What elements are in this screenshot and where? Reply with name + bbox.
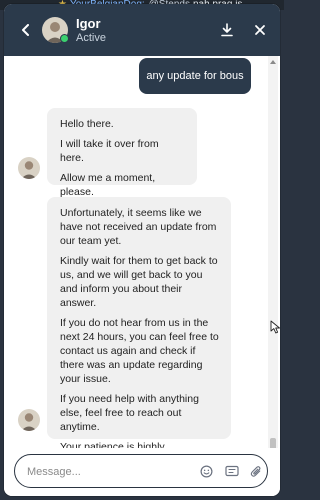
agent-message-bubble: Unfortunately, it seems like we have not… xyxy=(47,197,231,467)
agent-message-paragraph: If you need help with anything else, fee… xyxy=(60,393,199,433)
agent-message-line: Allow me a moment, please. xyxy=(60,172,156,198)
back-arrow-icon xyxy=(22,24,29,36)
chat-widget: Igor Active any update for bous Hello th… xyxy=(4,4,280,496)
agent-message-paragraph: If you do not hear from us in the next 2… xyxy=(60,317,219,385)
gif-icon xyxy=(225,465,239,477)
download-icon xyxy=(221,23,233,37)
message-list[interactable]: any update for bous Hello there. I will … xyxy=(4,56,280,467)
paperclip-icon xyxy=(250,465,260,477)
message-composer xyxy=(14,454,268,488)
download-transcript-button[interactable] xyxy=(217,20,237,40)
agent-message-line: I will take it over from here. xyxy=(60,138,159,164)
scroll-up-arrow[interactable] xyxy=(268,58,278,66)
agent-message-bubble: Hello there. I will take it over from he… xyxy=(47,108,197,198)
mouse-cursor-icon xyxy=(270,320,280,334)
agent-message-paragraph: Unfortunately, it seems like we have not… xyxy=(60,207,217,247)
back-button[interactable] xyxy=(16,20,36,40)
agent-message-line: Hello there. xyxy=(60,118,114,130)
message-input[interactable] xyxy=(25,461,189,483)
agent-avatar xyxy=(42,17,69,43)
chat-header: Igor Active xyxy=(4,4,280,56)
agent-message-paragraph: Kindly wait for them to get back to us, … xyxy=(60,255,218,309)
emoji-button[interactable] xyxy=(199,464,213,478)
agent-message-avatar xyxy=(18,409,40,431)
close-icon xyxy=(255,25,265,35)
attach-button[interactable] xyxy=(249,464,263,478)
caret-up-icon xyxy=(270,60,276,64)
agent-status: Active xyxy=(76,32,106,44)
close-button[interactable] xyxy=(250,20,270,40)
composer-area xyxy=(4,448,280,496)
user-message-bubble: any update for bous xyxy=(139,58,251,94)
scrollbar[interactable] xyxy=(268,56,278,456)
gif-button[interactable] xyxy=(225,464,239,478)
emoji-icon xyxy=(200,465,212,477)
online-status-dot xyxy=(60,34,69,43)
agent-name: Igor xyxy=(76,16,101,31)
agent-message-avatar xyxy=(18,157,40,179)
